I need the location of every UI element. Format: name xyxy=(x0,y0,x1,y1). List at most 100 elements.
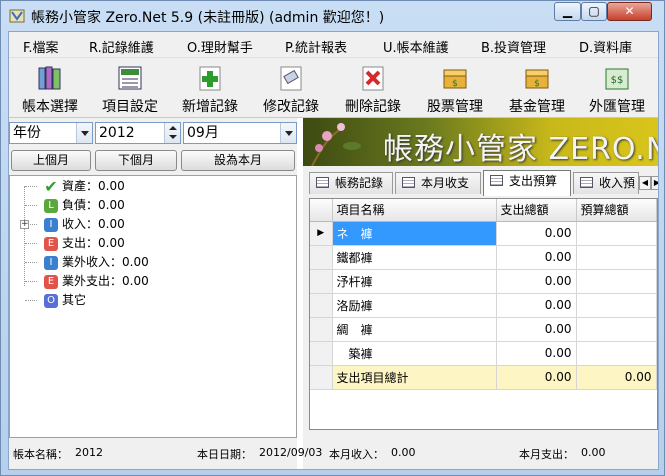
tab-records[interactable]: 帳務記錄 xyxy=(309,172,393,194)
toolbar-label: 刪除記錄 xyxy=(345,99,401,115)
svg-text:$: $ xyxy=(452,79,458,89)
tree-node-non-operating-expense[interactable]: E 業外支出：0.00 xyxy=(44,272,149,290)
tree-expander[interactable]: + xyxy=(20,220,29,229)
spinner-arrows[interactable] xyxy=(164,123,180,143)
tab-monthly-summary[interactable]: 本月收支 xyxy=(395,172,481,194)
column-header-item[interactable]: 項目名稱 xyxy=(332,199,497,222)
add-record-button[interactable]: 新增記錄 xyxy=(171,60,249,116)
prev-month-button[interactable]: 上個月 xyxy=(11,150,91,171)
column-header-spent[interactable]: 支出總額 xyxy=(496,199,577,222)
menu-ledger[interactable]: U.帳本維護 xyxy=(383,37,449,56)
table-row[interactable]: ▶ ネ 褲 0.00 xyxy=(310,221,657,246)
account-tree[interactable]: + ✔ 資產：0.00 L 負債：0.00 I 收入：0.00 E 支出：0.00 I業… xyxy=(9,175,297,438)
item-name-cell[interactable]: 築褲 xyxy=(332,341,497,366)
toolbar-label: 新增記錄 xyxy=(182,99,238,115)
table-row[interactable]: 洛励褲 0.00 xyxy=(310,293,657,318)
app-icon xyxy=(9,9,25,23)
total-budget-cell: 0.00 xyxy=(576,365,657,390)
row-selector[interactable] xyxy=(310,245,333,270)
budget-cell[interactable] xyxy=(576,317,657,342)
maximize-button[interactable]: ▢ xyxy=(581,2,607,21)
row-selector[interactable] xyxy=(310,341,333,366)
tab-scroll-left-icon[interactable]: ◀ xyxy=(639,176,651,190)
menu-records[interactable]: R.記錄維護 xyxy=(89,37,154,56)
budget-cell[interactable] xyxy=(576,221,657,246)
forex-icon: $$ xyxy=(605,68,629,90)
item-name-cell[interactable]: 綢 褲 xyxy=(332,317,497,342)
spent-cell[interactable]: 0.00 xyxy=(496,317,577,342)
close-button[interactable]: ✕ xyxy=(607,2,652,21)
menu-investment[interactable]: B.投資管理 xyxy=(481,37,546,56)
book-select-button[interactable]: 帳本選擇 xyxy=(11,60,89,116)
spent-cell[interactable]: 0.00 xyxy=(496,341,577,366)
fund-management-button[interactable]: $ 基金管理 xyxy=(497,60,577,116)
toolbar-label: 外匯管理 xyxy=(589,99,645,115)
row-selector[interactable] xyxy=(310,269,333,294)
item-name-cell[interactable]: 鐵都褲 xyxy=(332,245,497,270)
toolbar-label: 帳本選擇 xyxy=(22,99,78,115)
client-area: F.檔案 R.記錄維護 O.理財幫手 P.統計報表 U.帳本維護 B.投資管理 … xyxy=(8,31,659,470)
menu-finance-helper[interactable]: O.理財幫手 xyxy=(187,37,253,56)
total-spent-cell: 0.00 xyxy=(496,365,577,390)
tree-node-label: 業外收入：0.00 xyxy=(62,255,149,269)
budget-cell[interactable] xyxy=(576,293,657,318)
table-row[interactable]: 鐵都褲 0.00 xyxy=(310,245,657,270)
minimize-button[interactable]: ▁ xyxy=(554,2,581,21)
tab-scroll-right-icon[interactable]: ▶ xyxy=(651,176,658,190)
row-selector[interactable] xyxy=(310,317,333,342)
edit-record-button[interactable]: 修改記錄 xyxy=(251,60,331,116)
menu-file[interactable]: F.檔案 xyxy=(23,37,59,56)
next-month-button[interactable]: 下個月 xyxy=(95,150,177,171)
app-banner: 帳務小管家 ZERO.NE xyxy=(303,118,658,166)
year-spinner[interactable]: 2012 xyxy=(95,122,181,144)
toolbar-label: 股票管理 xyxy=(427,99,483,115)
tree-node-expense[interactable]: E 支出：0.00 xyxy=(44,234,125,252)
budget-cell[interactable] xyxy=(576,341,657,366)
tab-label: 支出預算 xyxy=(509,174,558,188)
item-name-cell[interactable]: 汿杆褲 xyxy=(332,269,497,294)
stock-management-button[interactable]: $ 股票管理 xyxy=(415,60,495,116)
table-row[interactable]: 汿杆褲 0.00 xyxy=(310,269,657,294)
tree-node-liabilities[interactable]: L 負債：0.00 xyxy=(44,196,125,214)
tree-node-income[interactable]: I 收入：0.00 xyxy=(44,215,125,233)
tree-node-non-operating-income[interactable]: I 業外收入：0.00 xyxy=(44,253,149,271)
flower-illustration xyxy=(311,123,361,166)
title-bar[interactable]: 帳務小管家 Zero.Net 5.9 (未註冊版) (admin 歡迎您！) ▁… xyxy=(1,1,664,31)
set-current-month-button[interactable]: 設為本月 xyxy=(181,150,295,171)
tab-expense-budget[interactable]: 支出預算 xyxy=(483,170,571,196)
row-selector[interactable] xyxy=(310,293,333,318)
menu-reports[interactable]: P.統計報表 xyxy=(285,37,347,56)
column-header-budget[interactable]: 預算總額 xyxy=(576,199,657,222)
spent-cell[interactable]: 0.00 xyxy=(496,293,577,318)
tree-node-other[interactable]: O 其它 xyxy=(44,291,86,309)
spent-cell[interactable]: 0.00 xyxy=(496,245,577,270)
period-type-select[interactable]: 年份 xyxy=(9,122,93,144)
item-settings-button[interactable]: 項目設定 xyxy=(91,60,169,116)
spent-cell[interactable]: 0.00 xyxy=(496,269,577,294)
status-income-value: 0.00 xyxy=(391,446,416,459)
tree-guide-line xyxy=(25,186,37,187)
status-date-value: 2012/09/03 xyxy=(259,446,323,459)
total-row[interactable]: 支出項目總計 0.00 0.00 xyxy=(310,365,657,390)
forex-management-button[interactable]: $$ 外匯管理 xyxy=(577,60,657,116)
tab-income-budget[interactable]: 收入預 xyxy=(573,172,639,194)
status-book-label: 帳本名稱： xyxy=(13,448,68,461)
budget-cell[interactable] xyxy=(576,245,657,270)
toolbar: 帳本選擇 項目設定 新增記錄 修改記錄 刪除記錄 $ 股票管理 $ 基金管理 $… xyxy=(9,58,658,118)
spent-cell[interactable]: 0.00 xyxy=(496,221,577,246)
row-pointer-icon: ▶ xyxy=(310,221,333,246)
month-select[interactable]: 09月 xyxy=(183,122,297,144)
item-name-cell[interactable]: 洛励褲 xyxy=(332,293,497,318)
eraser-icon xyxy=(280,66,302,91)
table-row[interactable]: 綢 褲 0.00 xyxy=(310,317,657,342)
row-selector[interactable] xyxy=(310,365,333,390)
toolbar-label: 修改記錄 xyxy=(263,99,319,115)
delete-record-button[interactable]: 刪除記錄 xyxy=(333,60,413,116)
status-book-value: 2012 xyxy=(75,446,103,459)
income-icon: I xyxy=(44,217,58,232)
tree-node-assets[interactable]: ✔ 資產：0.00 xyxy=(44,177,124,195)
menu-database[interactable]: D.資料庫 xyxy=(579,37,632,56)
budget-cell[interactable] xyxy=(576,269,657,294)
table-row[interactable]: 築褲 0.00 xyxy=(310,341,657,366)
item-name-cell[interactable]: ネ 褲 xyxy=(332,221,497,246)
